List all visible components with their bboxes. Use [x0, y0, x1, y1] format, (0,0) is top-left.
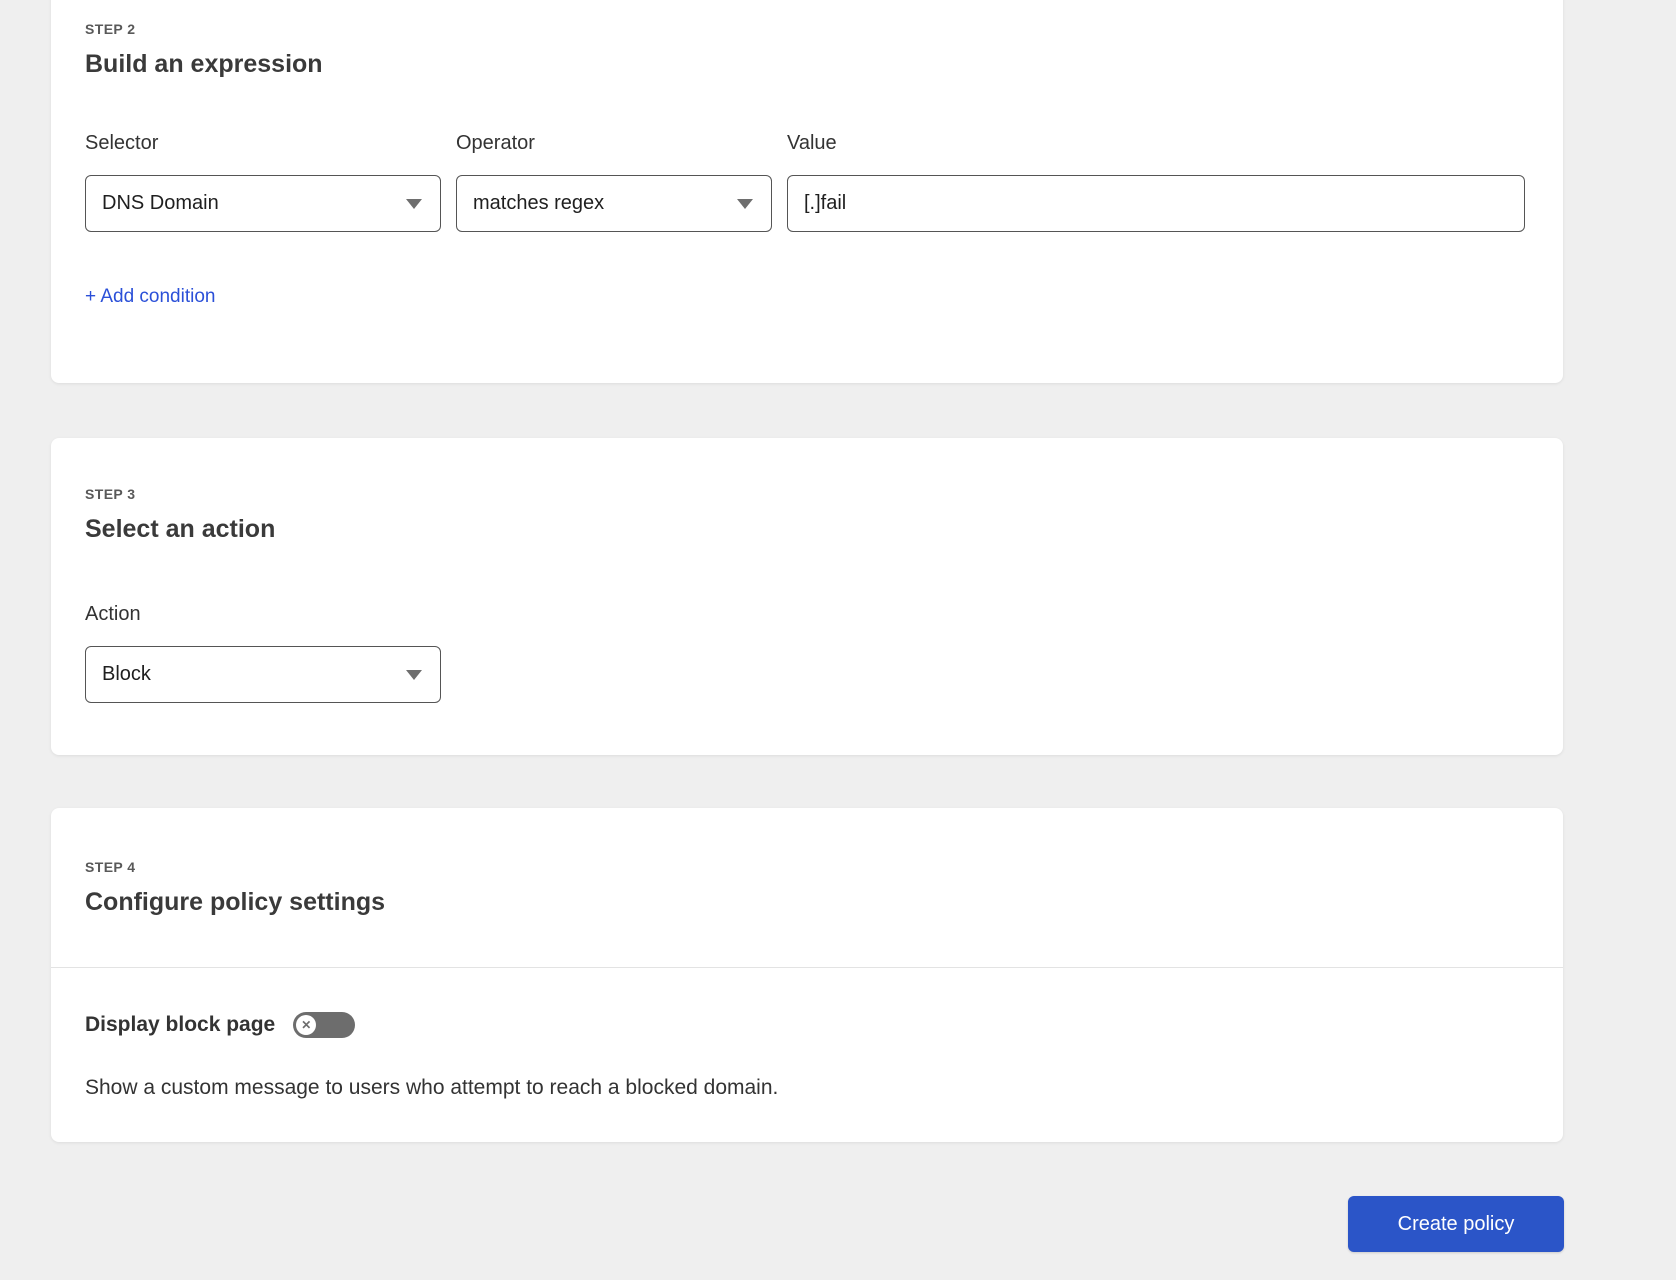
- chevron-down-icon: [737, 198, 753, 209]
- selector-field: Selector DNS Domain: [85, 132, 441, 232]
- display-block-page-toggle[interactable]: ✕: [293, 1012, 356, 1038]
- action-label: Action: [85, 603, 141, 625]
- selector-dropdown-value: DNS Domain: [102, 192, 219, 214]
- step2-card: STEP 2 Build an expression Selector DNS …: [51, 0, 1563, 383]
- operator-label: Operator: [456, 132, 535, 154]
- chevron-down-icon: [406, 198, 422, 209]
- value-input[interactable]: [787, 175, 1525, 232]
- expression-row: Selector DNS Domain Operator matches reg…: [85, 132, 1525, 232]
- step4-header-section: STEP 4 Configure policy settings: [51, 808, 1563, 968]
- value-field: Value: [787, 132, 1525, 232]
- step4-label: STEP 4: [85, 859, 136, 875]
- step4-title: Configure policy settings: [85, 888, 386, 916]
- step2-label: STEP 2: [85, 21, 136, 37]
- chevron-down-icon: [406, 669, 422, 680]
- step2-title: Build an expression: [85, 50, 323, 78]
- action-dropdown[interactable]: Block: [85, 646, 441, 703]
- step4-card: STEP 4 Configure policy settings Display…: [51, 808, 1563, 1142]
- policy-settings-section: Display block page ✕ Show a custom messa…: [51, 968, 1563, 1101]
- operator-dropdown[interactable]: matches regex: [456, 175, 772, 232]
- value-label: Value: [787, 132, 837, 154]
- operator-dropdown-value: matches regex: [473, 192, 605, 214]
- action-dropdown-value: Block: [102, 663, 151, 685]
- step3-card: STEP 3 Select an action Action Block: [51, 438, 1563, 755]
- operator-field: Operator matches regex: [456, 132, 772, 232]
- display-block-page-description: Show a custom message to users who attem…: [85, 1076, 779, 1099]
- toggle-knob: ✕: [296, 1015, 317, 1035]
- selector-dropdown[interactable]: DNS Domain: [85, 175, 441, 232]
- create-policy-button[interactable]: Create policy: [1348, 1196, 1564, 1252]
- display-block-page-row: Display block page ✕: [85, 1012, 1525, 1038]
- toggle-off-x-icon: ✕: [301, 1018, 312, 1032]
- display-block-page-label: Display block page: [85, 1013, 276, 1036]
- policy-builder-page: STEP 2 Build an expression Selector DNS …: [0, 0, 1676, 1280]
- step3-label: STEP 3: [85, 486, 136, 502]
- add-condition-link[interactable]: + Add condition: [85, 286, 215, 308]
- step3-title: Select an action: [85, 515, 276, 543]
- action-field: Action Block: [85, 603, 441, 703]
- selector-label: Selector: [85, 132, 159, 154]
